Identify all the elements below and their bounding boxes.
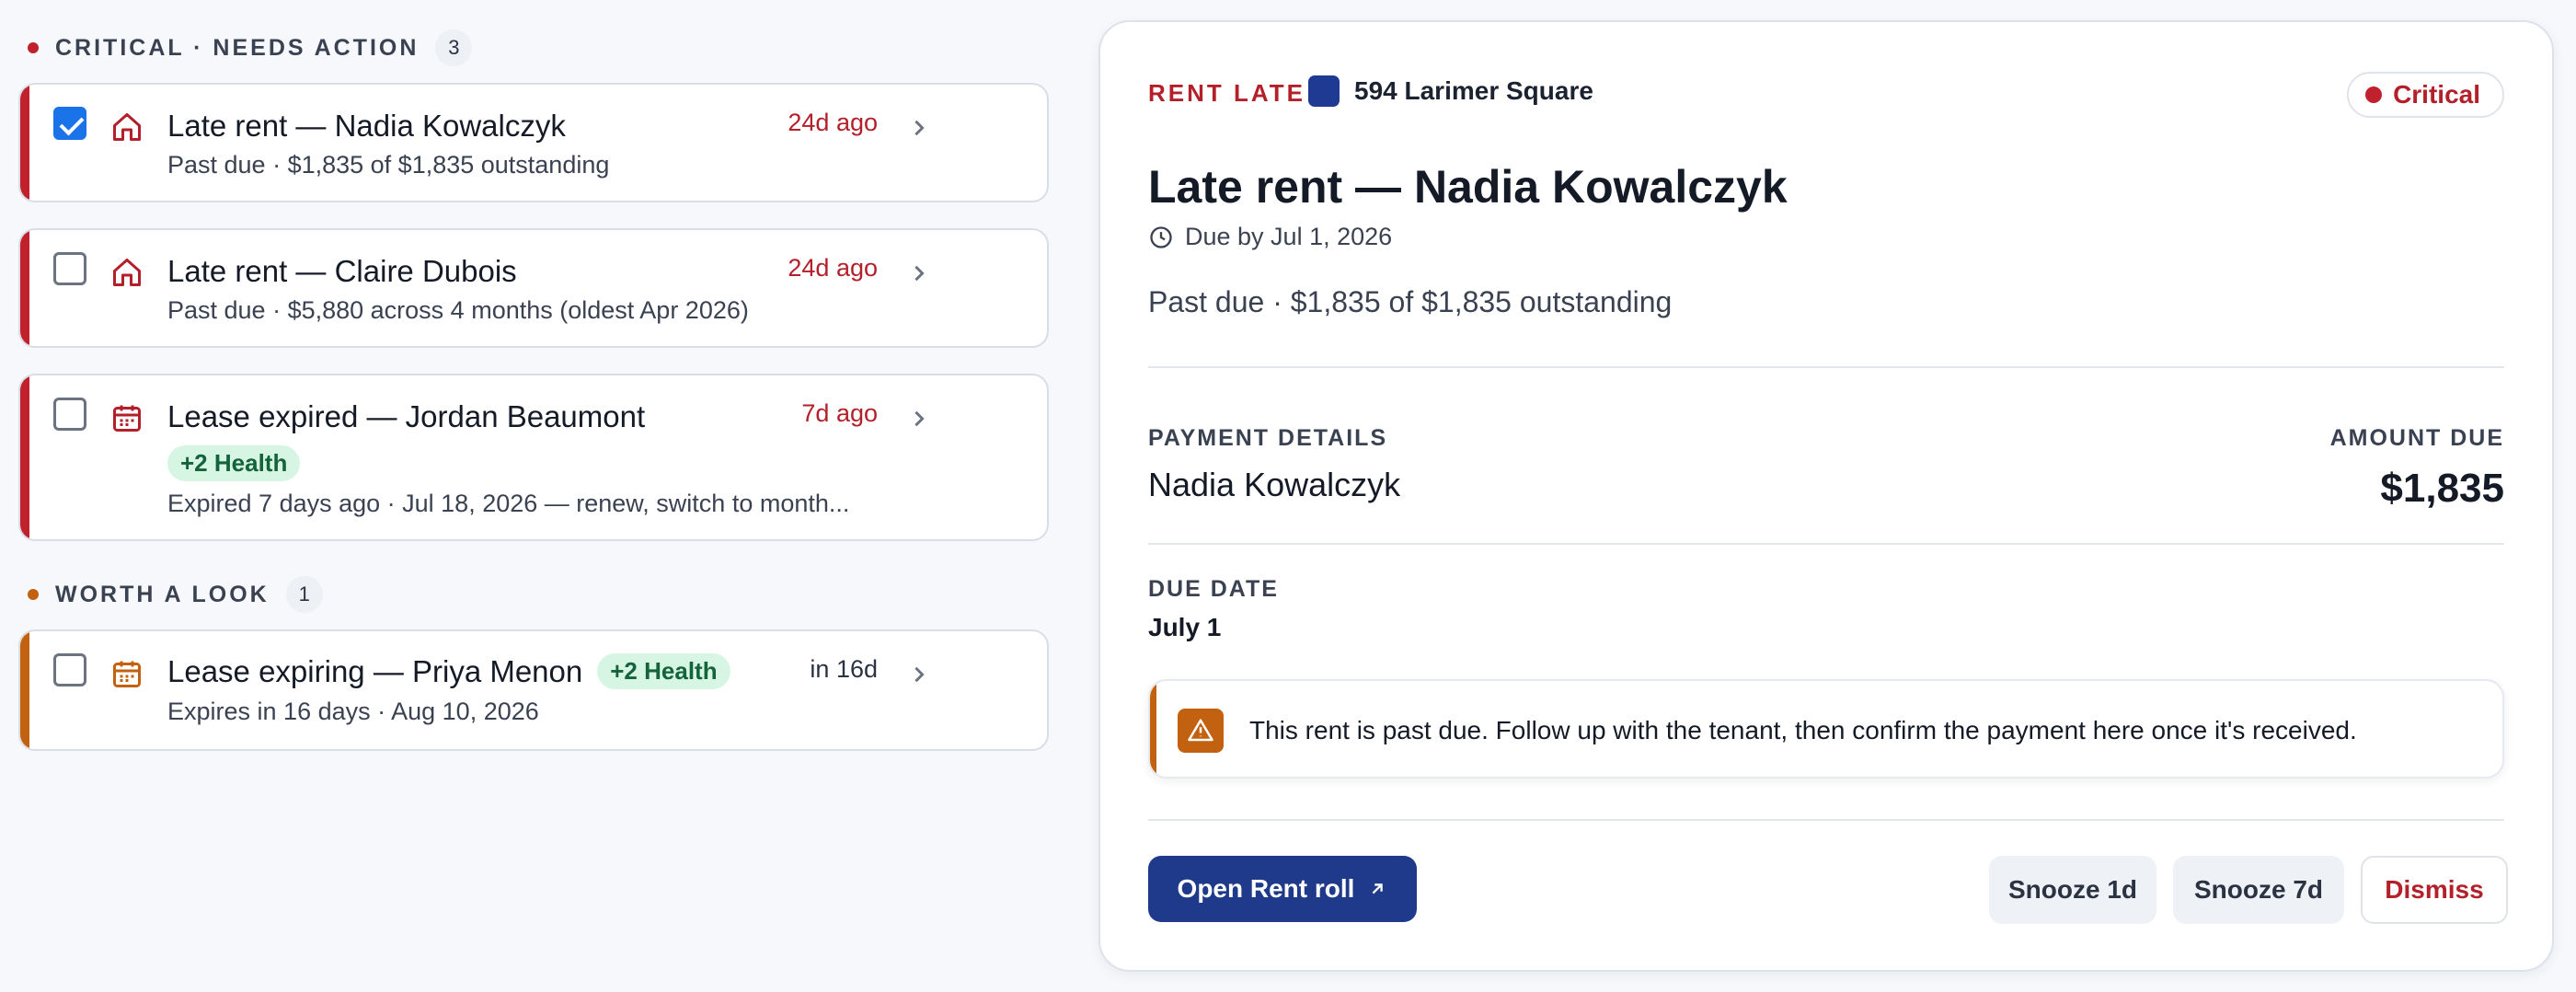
issue-kind: RENT LATE: [1148, 79, 1305, 107]
list-item[interactable]: Lease expiring — Priya Menon +2 Health i…: [18, 629, 1049, 751]
critical-dot-icon: [2365, 87, 2383, 103]
item-checkbox[interactable]: [53, 398, 86, 431]
amount-due-value: $1,835: [2380, 466, 2504, 511]
health-badge: +2 Health: [167, 445, 301, 481]
chevron-right-icon: [914, 666, 925, 683]
severity-label: Critical: [2393, 80, 2480, 109]
snooze-7d-label: Snooze 7d: [2193, 875, 2323, 904]
due-by-row: Due by Jul 1, 2026: [1148, 223, 1392, 251]
item-title-row: Lease expiring — Priya Menon +2 Health: [167, 653, 730, 689]
snooze-1d-label: Snooze 1d: [2007, 875, 2137, 904]
dismiss-label: Dismiss: [2385, 875, 2484, 904]
list-item[interactable]: Late rent — Nadia Kowalczyk 24d ago Past…: [18, 83, 1049, 202]
payment-details-label: PAYMENT DETAILS: [1148, 425, 1388, 451]
item-age: 7d ago: [801, 399, 878, 427]
section-header-critical: CRITICAL · NEEDS ACTION 3: [18, 29, 473, 66]
divider: [1148, 543, 2504, 545]
section-label: CRITICAL · NEEDS ACTION: [55, 34, 420, 61]
item-subtitle: Expired 7 days ago · Jul 18, 2026 — rene…: [167, 490, 850, 517]
item-title: Late rent — Nadia Kowalczyk: [167, 109, 566, 143]
payment-name: Nadia Kowalczyk: [1148, 466, 1401, 503]
item-checkbox[interactable]: [53, 653, 86, 686]
section-header-worth-a-look: WORTH A LOOK 1: [18, 576, 323, 613]
section-label: WORTH A LOOK: [55, 581, 270, 607]
property-chip[interactable]: 594 Larimer Square: [1308, 75, 1593, 107]
snooze-1d-button[interactable]: Snooze 1d: [1989, 856, 2156, 924]
item-subtitle: Past due · $5,880 across 4 months (oldes…: [167, 296, 749, 324]
past-due-notice: This rent is past due. Follow up with th…: [1148, 679, 2504, 779]
amount-due-label: AMOUNT DUE: [2329, 425, 2504, 451]
section-count: 1: [285, 576, 323, 613]
external-link-icon: [1373, 883, 1384, 894]
severity-accent: [20, 230, 29, 346]
home-icon: [113, 113, 141, 141]
item-subtitle: Past due · $1,835 of $1,835 outstanding: [167, 151, 610, 179]
home-icon: [113, 259, 141, 286]
due-date-label: DUE DATE: [1148, 576, 1279, 602]
notice-accent: [1150, 681, 1156, 777]
item-checkbox[interactable]: [53, 252, 86, 285]
list-item[interactable]: Late rent — Claire Dubois 24d ago Past d…: [18, 228, 1049, 348]
due-by-text: Due by Jul 1, 2026: [1185, 223, 1393, 250]
item-age: 24d ago: [788, 254, 878, 282]
open-rent-roll-button[interactable]: Open Rent roll: [1148, 856, 1417, 922]
item-age: 24d ago: [788, 109, 878, 136]
section-count: 3: [435, 29, 473, 66]
chevron-right-icon: [914, 120, 925, 136]
severity-badge: Critical: [2347, 72, 2504, 118]
clock-icon: [1150, 225, 1172, 248]
property-name: 594 Larimer Square: [1354, 76, 1593, 105]
severity-accent: [20, 375, 29, 539]
detail-summary: Past due · $1,835 of $1,835 outstanding: [1148, 285, 1673, 318]
critical-dot-icon: [28, 42, 39, 53]
calendar-icon: [113, 405, 141, 432]
list-item[interactable]: Lease expired — Jordan Beaumont 7d ago +…: [18, 374, 1049, 541]
chevron-right-icon: [914, 410, 925, 427]
warning-dot-icon: [28, 589, 39, 600]
divider: [1148, 366, 2504, 368]
health-badge: +2 Health: [597, 653, 730, 689]
calendar-icon: [113, 661, 141, 687]
snooze-7d-button[interactable]: Snooze 7d: [2173, 856, 2344, 924]
chevron-right-icon: [914, 265, 925, 282]
item-age: in 16d: [810, 655, 878, 683]
item-title: Late rent — Claire Dubois: [167, 254, 517, 288]
dismiss-button[interactable]: Dismiss: [2361, 856, 2508, 924]
item-title: Lease expired — Jordan Beaumont: [167, 399, 646, 433]
health-badge-wrap: +2 Health: [167, 445, 301, 481]
open-rent-roll-label: Open Rent roll: [1177, 874, 1355, 903]
item-subtitle: Expires in 16 days · Aug 10, 2026: [167, 698, 539, 725]
severity-accent: [20, 631, 29, 749]
item-checkbox[interactable]: [53, 107, 86, 140]
detail-panel: RENT LATE 594 Larimer Square Critical La…: [1098, 20, 2554, 972]
detail-title: Late rent — Nadia Kowalczyk: [1148, 161, 1788, 213]
warning-icon: [1178, 709, 1224, 753]
notice-text: This rent is past due. Follow up with th…: [1249, 716, 2357, 744]
item-title: Lease expiring — Priya Menon: [167, 653, 583, 688]
divider: [1148, 819, 2504, 821]
severity-accent: [20, 85, 29, 201]
due-date-value: July 1: [1148, 613, 1222, 641]
property-swatch-icon: [1308, 75, 1340, 107]
